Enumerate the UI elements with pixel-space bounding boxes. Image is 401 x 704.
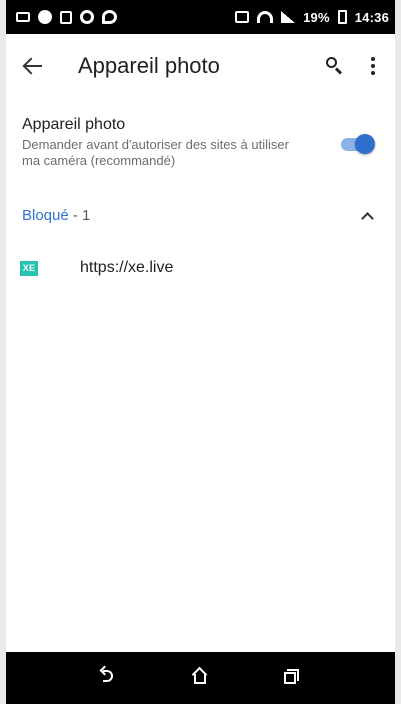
app-bar: Appareil photo <box>6 34 395 98</box>
wifi-icon <box>257 11 274 23</box>
sync-icon <box>80 10 94 24</box>
toggle-thumb <box>355 134 375 154</box>
status-right-icons: 19% 14:36 <box>235 10 389 25</box>
battery-icon <box>337 10 347 24</box>
blocked-label: Bloqué <box>22 207 69 224</box>
back-arrow-icon[interactable] <box>20 52 48 80</box>
recents-icon[interactable] <box>276 664 304 692</box>
site-favicon: XE <box>20 260 38 276</box>
document-icon <box>60 10 72 24</box>
blocked-section-header[interactable]: Bloqué - 1 <box>6 169 395 224</box>
nfc-icon <box>235 11 250 23</box>
setting-text: Appareil photo Demander avant d'autorise… <box>22 116 337 169</box>
navigation-bar <box>6 652 395 704</box>
site-list-item[interactable]: XE https://xe.live <box>6 224 395 277</box>
signal-icon <box>281 11 296 23</box>
mail-icon <box>16 12 30 22</box>
setting-description: Demander avant d'autoriser des sites à u… <box>22 137 289 168</box>
record-icon <box>38 10 52 24</box>
blocked-section-label: Bloqué - 1 <box>22 207 90 224</box>
camera-permission-toggle[interactable] <box>337 130 377 158</box>
chat-icon <box>102 10 117 24</box>
page-title: Appareil photo <box>78 53 220 78</box>
phone-screen: 19% 14:36 Appareil photo Appareil photo … <box>0 0 401 704</box>
status-left-icons <box>16 10 117 24</box>
site-url: https://xe.live <box>80 259 174 276</box>
home-icon[interactable] <box>186 664 214 692</box>
blocked-count: - 1 <box>68 207 91 224</box>
chevron-up-icon[interactable] <box>361 210 373 222</box>
setting-title: Appareil photo <box>22 116 126 133</box>
back-icon[interactable] <box>97 664 125 692</box>
search-icon[interactable] <box>321 52 349 80</box>
camera-setting-row[interactable]: Appareil photo Demander avant d'autorise… <box>6 98 395 169</box>
more-vert-icon[interactable] <box>363 52 383 80</box>
clock: 14:36 <box>354 9 389 25</box>
status-bar: 19% 14:36 <box>6 0 395 34</box>
battery-percent: 19% <box>303 9 330 25</box>
